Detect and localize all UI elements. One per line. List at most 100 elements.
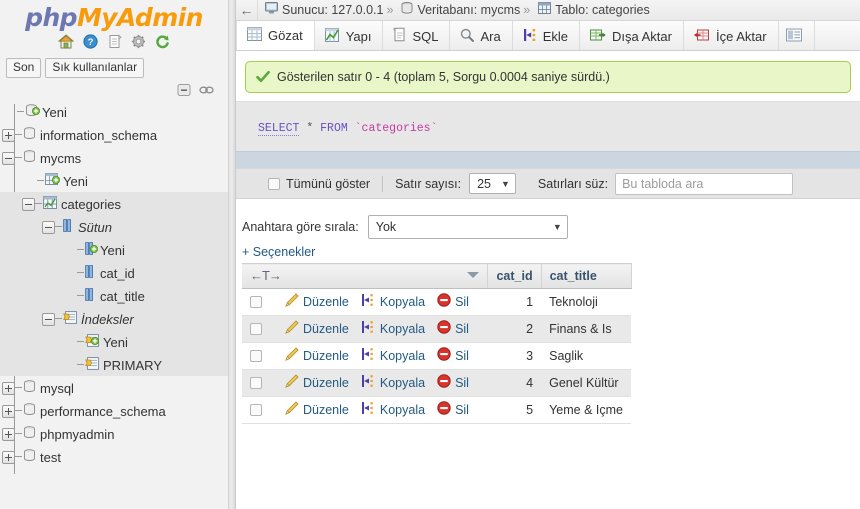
- delete-row-button[interactable]: Sil: [436, 401, 469, 418]
- column-header-cat-title[interactable]: cat_title: [541, 263, 632, 289]
- options-toggle-link[interactable]: + Seçenekler: [236, 241, 860, 263]
- row-checkbox[interactable]: [250, 296, 262, 309]
- copy-row-button[interactable]: Kopyala: [360, 293, 425, 310]
- help-icon[interactable]: ?: [83, 34, 98, 53]
- tree-item-mysql[interactable]: mysql: [0, 376, 228, 399]
- edit-row-label: Düzenle: [303, 402, 349, 417]
- link-with-main-panel-icon[interactable]: [199, 84, 214, 99]
- sql-star: *: [306, 122, 314, 135]
- tree-item-primary[interactable]: PRIMARY: [0, 353, 228, 376]
- results-options-row: Tümünü göster Satır sayısı: 25 ▼ Satırla…: [236, 168, 860, 199]
- delete-icon: [437, 401, 451, 418]
- delete-row-button[interactable]: Sil: [436, 320, 469, 337]
- edit-row-button[interactable]: Düzenle: [284, 347, 349, 364]
- edit-pencil-icon: [285, 320, 299, 337]
- edit-row-button[interactable]: Düzenle: [284, 293, 349, 310]
- show-all-checkbox[interactable]: [268, 177, 280, 190]
- edit-pencil-icon: [285, 401, 299, 418]
- tab-label: Ara: [480, 28, 501, 44]
- cell-cat-id: 2: [487, 315, 542, 343]
- tree-item-cat_id[interactable]: cat_id: [0, 261, 228, 284]
- row-checkbox[interactable]: [250, 350, 262, 363]
- row-count-select[interactable]: 25 ▼: [469, 173, 516, 194]
- actions-column-header[interactable]: ←T→: [242, 263, 489, 289]
- tree-item-yeni[interactable]: Yeni: [0, 238, 228, 261]
- tree-collapse-toggle[interactable]: [22, 198, 35, 212]
- tree-expand-toggle[interactable]: [2, 382, 15, 396]
- tree-item-yeni[interactable]: Yeni: [0, 100, 228, 123]
- table-row[interactable]: Düzenle Kopyala Sil 4 Genel Kültür: [242, 369, 631, 397]
- tree-collapse-toggle[interactable]: [2, 152, 15, 166]
- tab-ekle[interactable]: Ekle: [513, 21, 581, 50]
- copy-row-button[interactable]: Kopyala: [360, 320, 425, 337]
- tree-item-s-tun[interactable]: Sütun: [0, 215, 228, 238]
- tab-g-zat[interactable]: Gözat: [236, 21, 315, 50]
- table-row[interactable]: Düzenle Kopyala Sil 2 Finans & Is: [242, 315, 631, 343]
- tree-item-phpmyadmin[interactable]: phpmyadmin: [0, 422, 228, 445]
- tree-expand-toggle[interactable]: [2, 129, 15, 143]
- delete-icon: [437, 320, 451, 337]
- edit-row-button[interactable]: Düzenle: [284, 320, 349, 337]
- tree-item-test[interactable]: test: [0, 445, 228, 468]
- row-select-cell[interactable]: [242, 342, 276, 370]
- sort-by-key-select[interactable]: Yok ▼: [367, 214, 568, 239]
- tree-item-performance_schema[interactable]: performance_schema: [0, 399, 228, 422]
- sql-keyword-select: SELECT: [258, 122, 300, 136]
- back-arrow-icon[interactable]: ←: [236, 0, 258, 21]
- tree-item-yeni[interactable]: Yeni: [0, 169, 228, 192]
- phpmyadmin-logo[interactable]: phpMyAdmin: [0, 0, 228, 32]
- results-table-head: ←T→ cat_id cat_title: [242, 263, 632, 289]
- tab-yap-[interactable]: Yapı: [315, 21, 384, 50]
- tree-item-mycms[interactable]: mycms: [0, 146, 228, 169]
- breadcrumb-database[interactable]: Veritabanı: mycms: [394, 0, 522, 21]
- home-icon[interactable]: [57, 34, 75, 53]
- tree-item-i-ndeksler[interactable]: İndeksler: [0, 307, 228, 330]
- settings-gear-icon[interactable]: [131, 34, 146, 53]
- delete-row-button[interactable]: Sil: [436, 293, 469, 310]
- tree-item-yeni[interactable]: Yeni: [0, 330, 228, 353]
- row-select-cell[interactable]: [242, 288, 276, 316]
- tab-sql[interactable]: SQL: [383, 21, 451, 50]
- row-checkbox[interactable]: [250, 377, 262, 390]
- tree-expand-toggle[interactable]: [2, 451, 15, 465]
- table-row[interactable]: Düzenle Kopyala Sil 3 Saglik: [242, 342, 631, 370]
- copy-row-button[interactable]: Kopyala: [360, 401, 425, 418]
- table-row[interactable]: Düzenle Kopyala Sil 5 Yeme & Içme: [242, 396, 631, 424]
- filter-rows-input[interactable]: Bu tabloda ara: [615, 172, 794, 195]
- breadcrumb-table[interactable]: Tablo: categories: [531, 0, 652, 21]
- tab-ara[interactable]: Ara: [450, 21, 513, 50]
- tree-collapse-toggle[interactable]: [42, 221, 55, 235]
- reload-icon[interactable]: [155, 34, 170, 53]
- copy-row-button[interactable]: Kopyala: [360, 347, 425, 364]
- tree-item-information_schema[interactable]: information_schema: [0, 123, 228, 146]
- column-header-cat-id[interactable]: cat_id: [487, 263, 542, 289]
- row-checkbox[interactable]: [250, 323, 262, 336]
- tab-i-e-aktar[interactable]: İçe Aktar: [684, 21, 779, 50]
- docs-icon[interactable]: [108, 34, 122, 53]
- row-select-cell[interactable]: [242, 315, 276, 343]
- sql-query-display[interactable]: SELECT * FROM `categories`: [236, 101, 860, 151]
- chevron-down-icon[interactable]: [467, 272, 480, 278]
- tab-privileges[interactable]: [779, 21, 815, 50]
- tree-expand-toggle[interactable]: [2, 428, 15, 442]
- cell-cat-title: Saglik: [541, 342, 631, 370]
- table-row[interactable]: Düzenle Kopyala Sil 1 Teknoloji: [242, 288, 631, 316]
- tree-expand-toggle[interactable]: [2, 405, 15, 419]
- row-select-cell[interactable]: [242, 369, 276, 397]
- breadcrumb-server[interactable]: Sunucu: 127.0.0.1: [258, 0, 385, 21]
- copy-row-button[interactable]: Kopyala: [360, 374, 425, 391]
- tab-d-a-aktar[interactable]: Dışa Aktar: [580, 21, 684, 50]
- edit-row-button[interactable]: Düzenle: [284, 374, 349, 391]
- delete-row-button[interactable]: Sil: [436, 374, 469, 391]
- nav-tab-favorites[interactable]: Sık kullanılanlar: [45, 58, 145, 78]
- tree-item-cat_title[interactable]: cat_title: [0, 284, 228, 307]
- nav-tab-recent[interactable]: Son: [6, 58, 42, 78]
- tree-item-categories[interactable]: categories: [0, 192, 228, 215]
- sidebar-resize-divider[interactable]: [229, 0, 236, 509]
- sidebar-nav-tabs: Son Sık kullanılanlar: [0, 56, 228, 78]
- row-checkbox[interactable]: [250, 404, 262, 417]
- edit-row-button[interactable]: Düzenle: [284, 401, 349, 418]
- row-select-cell[interactable]: [242, 396, 276, 424]
- tree-collapse-toggle[interactable]: [42, 313, 55, 327]
- delete-row-button[interactable]: Sil: [436, 347, 469, 364]
